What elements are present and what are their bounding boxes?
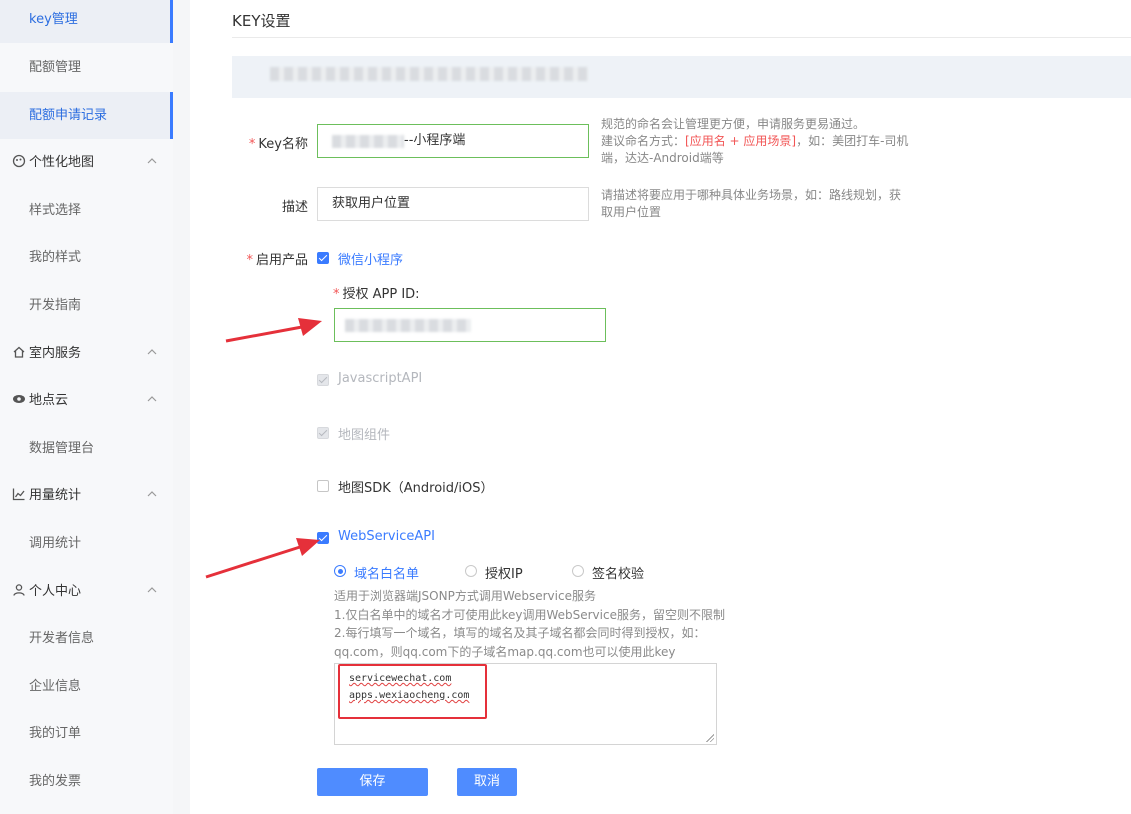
annotation-arrows [205, 318, 322, 579]
arrow-icon [205, 538, 320, 579]
arrow-icon [225, 318, 322, 343]
